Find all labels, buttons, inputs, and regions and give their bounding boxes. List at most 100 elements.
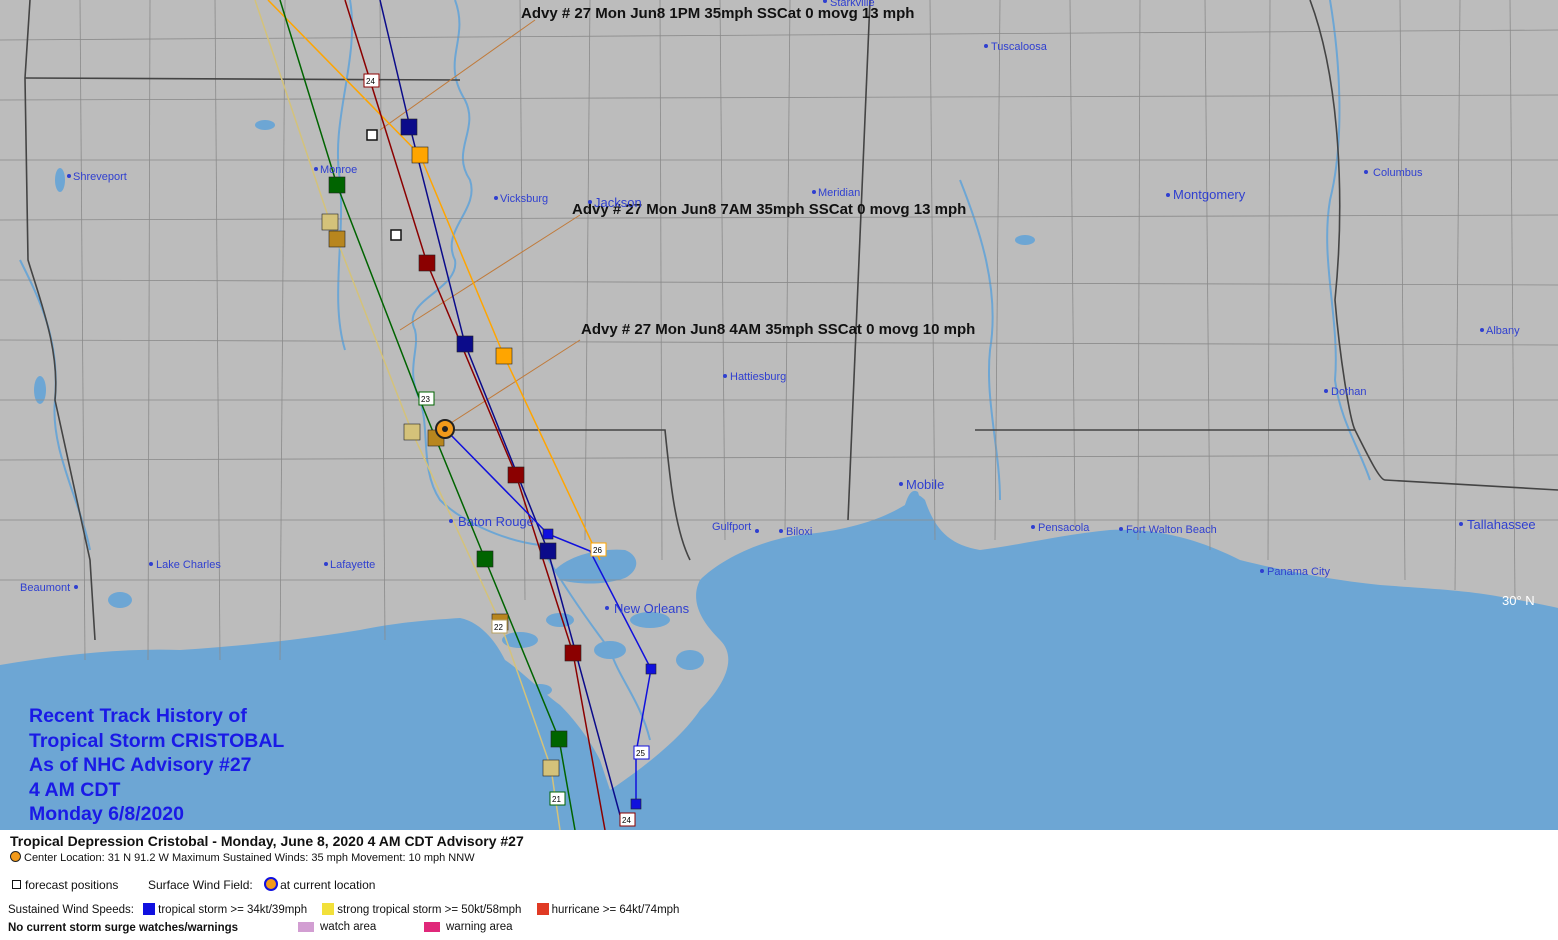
- track-history-title: Recent Track History of Tropical Storm C…: [29, 704, 284, 827]
- svg-text:Lake Charles: Lake Charles: [156, 559, 221, 571]
- day-marker: 22: [491, 619, 508, 634]
- svg-text:26: 26: [593, 546, 602, 555]
- legend-no-surge: No current storm surge watches/warnings: [8, 922, 239, 934]
- day-marker: 24: [619, 812, 636, 827]
- track-position-marker: [564, 644, 582, 662]
- city-beaumont: Beaumont: [20, 582, 78, 594]
- title-line: 4 AM CDT: [29, 778, 121, 801]
- current-location-icon: [10, 851, 21, 862]
- title-line: Tropical Storm CRISTOBAL: [29, 729, 285, 752]
- svg-text:Tuscaloosa: Tuscaloosa: [991, 41, 1048, 53]
- city-columbus: Columbus: [1364, 167, 1423, 179]
- city-hattiesburg: Hattiesburg: [723, 371, 786, 383]
- city-fort-walton-beach: Fort Walton Beach: [1119, 524, 1217, 536]
- svg-text:Albany: Albany: [1486, 325, 1520, 337]
- city-vicksburg: Vicksburg: [494, 193, 548, 205]
- city-baton-rouge: Baton Rouge: [449, 514, 534, 529]
- svg-text:Panama City: Panama City: [1267, 566, 1330, 578]
- svg-text:Pensacola: Pensacola: [1038, 522, 1090, 534]
- city-panama-city: Panama City: [1260, 566, 1330, 578]
- legend-wind-speeds: Sustained Wind Speeds: tropical storm >=…: [8, 903, 680, 916]
- svg-text:23: 23: [421, 395, 430, 404]
- track-position-marker: [456, 335, 474, 353]
- svg-text:Shreveport: Shreveport: [73, 171, 127, 183]
- svg-text:24: 24: [366, 77, 375, 86]
- city-mobile: Mobile: [899, 477, 944, 492]
- forecast-position-icon: [12, 880, 21, 889]
- track-position-marker: [542, 759, 560, 777]
- svg-text:Lafayette: Lafayette: [330, 559, 375, 571]
- city-monroe: Monroe: [314, 164, 357, 176]
- track-position-marker: [630, 798, 642, 810]
- city-pensacola: Pensacola: [1031, 522, 1090, 534]
- watch-area-swatch: [298, 922, 314, 932]
- city-starkville: Starkville: [823, 0, 875, 9]
- city-tuscaloosa: Tuscaloosa: [984, 41, 1048, 53]
- svg-text:Starkville: Starkville: [830, 0, 875, 9]
- day-marker: 21: [549, 791, 566, 806]
- city-montgomery: Montgomery: [1166, 187, 1246, 202]
- title-line: Recent Track History of: [29, 705, 247, 727]
- track-position-marker: [645, 663, 657, 675]
- legend-warning-area: warning area: [424, 921, 512, 933]
- track-position-marker: [418, 254, 436, 272]
- city-shreveport: Shreveport: [67, 171, 127, 183]
- svg-text:Hattiesburg: Hattiesburg: [730, 371, 786, 383]
- city-tallahassee: Tallahassee: [1459, 517, 1536, 532]
- day-marker: 26: [590, 542, 607, 557]
- svg-text:Biloxi: Biloxi: [786, 526, 812, 538]
- forecast-position-marker: [366, 129, 378, 141]
- legend-headline: Tropical Depression Cristobal - Monday, …: [10, 833, 524, 849]
- city-lafayette: Lafayette: [324, 559, 375, 571]
- legend-center-info: Center Location: 31 N 91.2 W Maximum Sus…: [10, 851, 475, 864]
- strong-tropical-storm-swatch: [322, 903, 335, 915]
- svg-text:Gulfport: Gulfport: [712, 521, 751, 533]
- svg-text:Beaumont: Beaumont: [20, 582, 70, 594]
- track-position-marker: [328, 230, 346, 248]
- svg-text:New Orleans: New Orleans: [614, 601, 690, 616]
- city-dothan: Dothan: [1324, 386, 1366, 398]
- warning-area-swatch: [424, 922, 440, 932]
- svg-text:Montgomery: Montgomery: [1173, 187, 1246, 202]
- svg-text:21: 21: [552, 795, 561, 804]
- title-line: Monday 6/8/2020: [29, 803, 184, 825]
- advisory-callout-4am: Advy # 27 Mon Jun8 4AM 35mph SSCat 0 mov…: [581, 321, 975, 338]
- track-position-marker: [550, 730, 568, 748]
- track-position-marker: [542, 528, 554, 540]
- current-storm-center: [435, 419, 455, 439]
- svg-text:25: 25: [636, 749, 645, 758]
- svg-text:Mobile: Mobile: [906, 477, 944, 492]
- city-meridian: Meridian: [812, 187, 860, 199]
- legend-watch-area: watch area: [298, 921, 376, 933]
- svg-text:Dothan: Dothan: [1331, 386, 1366, 398]
- title-line: As of NHC Advisory #27: [29, 754, 252, 776]
- svg-text:Columbus: Columbus: [1373, 167, 1423, 179]
- svg-text:24: 24: [622, 816, 631, 825]
- hurricane-swatch: [536, 903, 549, 915]
- wind-field-icon: [264, 877, 279, 891]
- svg-text:Meridian: Meridian: [818, 187, 860, 199]
- svg-text:22: 22: [494, 623, 503, 632]
- city-new-orleans: New Orleans: [605, 601, 690, 616]
- forecast-position-marker: [390, 229, 402, 241]
- track-position-marker: [328, 176, 346, 194]
- track-position-marker: [495, 347, 513, 365]
- track-position-marker: [539, 542, 557, 560]
- track-position-marker: [400, 118, 418, 136]
- track-position-marker: [411, 146, 429, 164]
- svg-text:Monroe: Monroe: [320, 164, 357, 176]
- day-marker: 23: [418, 391, 435, 406]
- svg-text:Vicksburg: Vicksburg: [500, 193, 548, 205]
- legend-panel: Tropical Depression Cristobal - Monday, …: [0, 830, 1558, 940]
- track-position-marker: [403, 423, 421, 441]
- track-position-marker: [476, 550, 494, 568]
- track-position-marker: [321, 213, 339, 231]
- city-lake-charles: Lake Charles: [149, 559, 221, 571]
- legend-forecast-positions: forecast positions: [12, 878, 118, 892]
- svg-text:Fort Walton Beach: Fort Walton Beach: [1126, 524, 1217, 536]
- tropical-storm-swatch: [143, 903, 156, 915]
- latitude-label: 30° N: [1502, 593, 1535, 608]
- day-marker: 24: [363, 73, 380, 88]
- city-jackson: Jackson: [588, 195, 642, 210]
- track-position-marker: [507, 466, 525, 484]
